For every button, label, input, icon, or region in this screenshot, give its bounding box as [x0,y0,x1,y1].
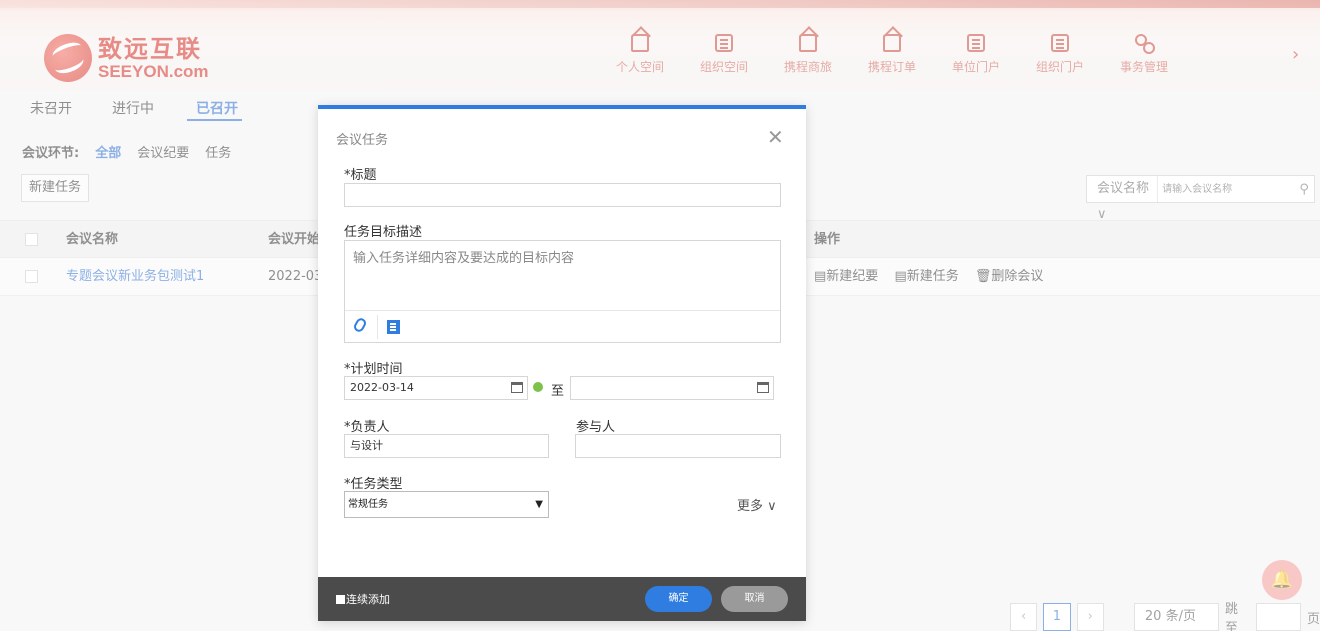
toolbar-divider [377,315,378,339]
participant-label: 参与人 [576,420,616,435]
dialog-footer: 连续添加 确定 取消 [318,577,806,621]
continue-add-checkbox[interactable]: 连续添加 [336,591,390,607]
to-label: 至 [551,384,565,399]
continue-add-label: 连续添加 [346,593,390,606]
plan-time-label: *计划时间 [344,362,403,377]
desc-toolbar [345,310,780,342]
title-label: *标题 [344,168,377,183]
desc-textarea[interactable]: 输入任务详细内容及要达成的目标内容 [344,240,781,343]
owner-input[interactable]: 与设计 [344,434,549,458]
participant-input[interactable] [575,434,781,458]
confirm-button[interactable]: 确定 [645,586,712,612]
desc-label: 任务目标描述 [344,225,423,240]
close-icon[interactable]: ✕ [767,127,784,147]
cancel-button[interactable]: 取消 [721,586,788,612]
dialog-title: 会议任务 [336,133,389,148]
task-type-label: *任务类型 [344,477,403,492]
owner-label: *负责人 [344,420,390,435]
start-date-value: 2022-03-14 [350,381,414,394]
attachment-icon[interactable] [352,316,368,334]
chevron-down-icon: ▼ [535,499,543,510]
meeting-task-dialog: 会议任务 ✕ *标题 任务目标描述 输入任务详细内容及要达成的目标内容 *计划时… [318,105,806,621]
end-date-input[interactable] [570,376,774,400]
document-icon[interactable] [387,320,400,334]
start-date-input[interactable]: 2022-03-14 [344,376,528,400]
calendar-icon[interactable] [511,382,523,393]
task-type-value: 常规任务 [348,499,388,510]
task-type-select[interactable]: 常规任务 ▼ [344,491,549,518]
desc-placeholder: 输入任务详细内容及要达成的目标内容 [353,251,575,266]
title-input[interactable] [344,183,781,207]
calendar-icon[interactable] [757,382,769,393]
more-label: 更多 [737,499,764,514]
clock-icon[interactable] [533,382,543,392]
checkbox-box[interactable] [336,594,345,604]
more-toggle[interactable]: 更多 ∨ [737,495,777,514]
